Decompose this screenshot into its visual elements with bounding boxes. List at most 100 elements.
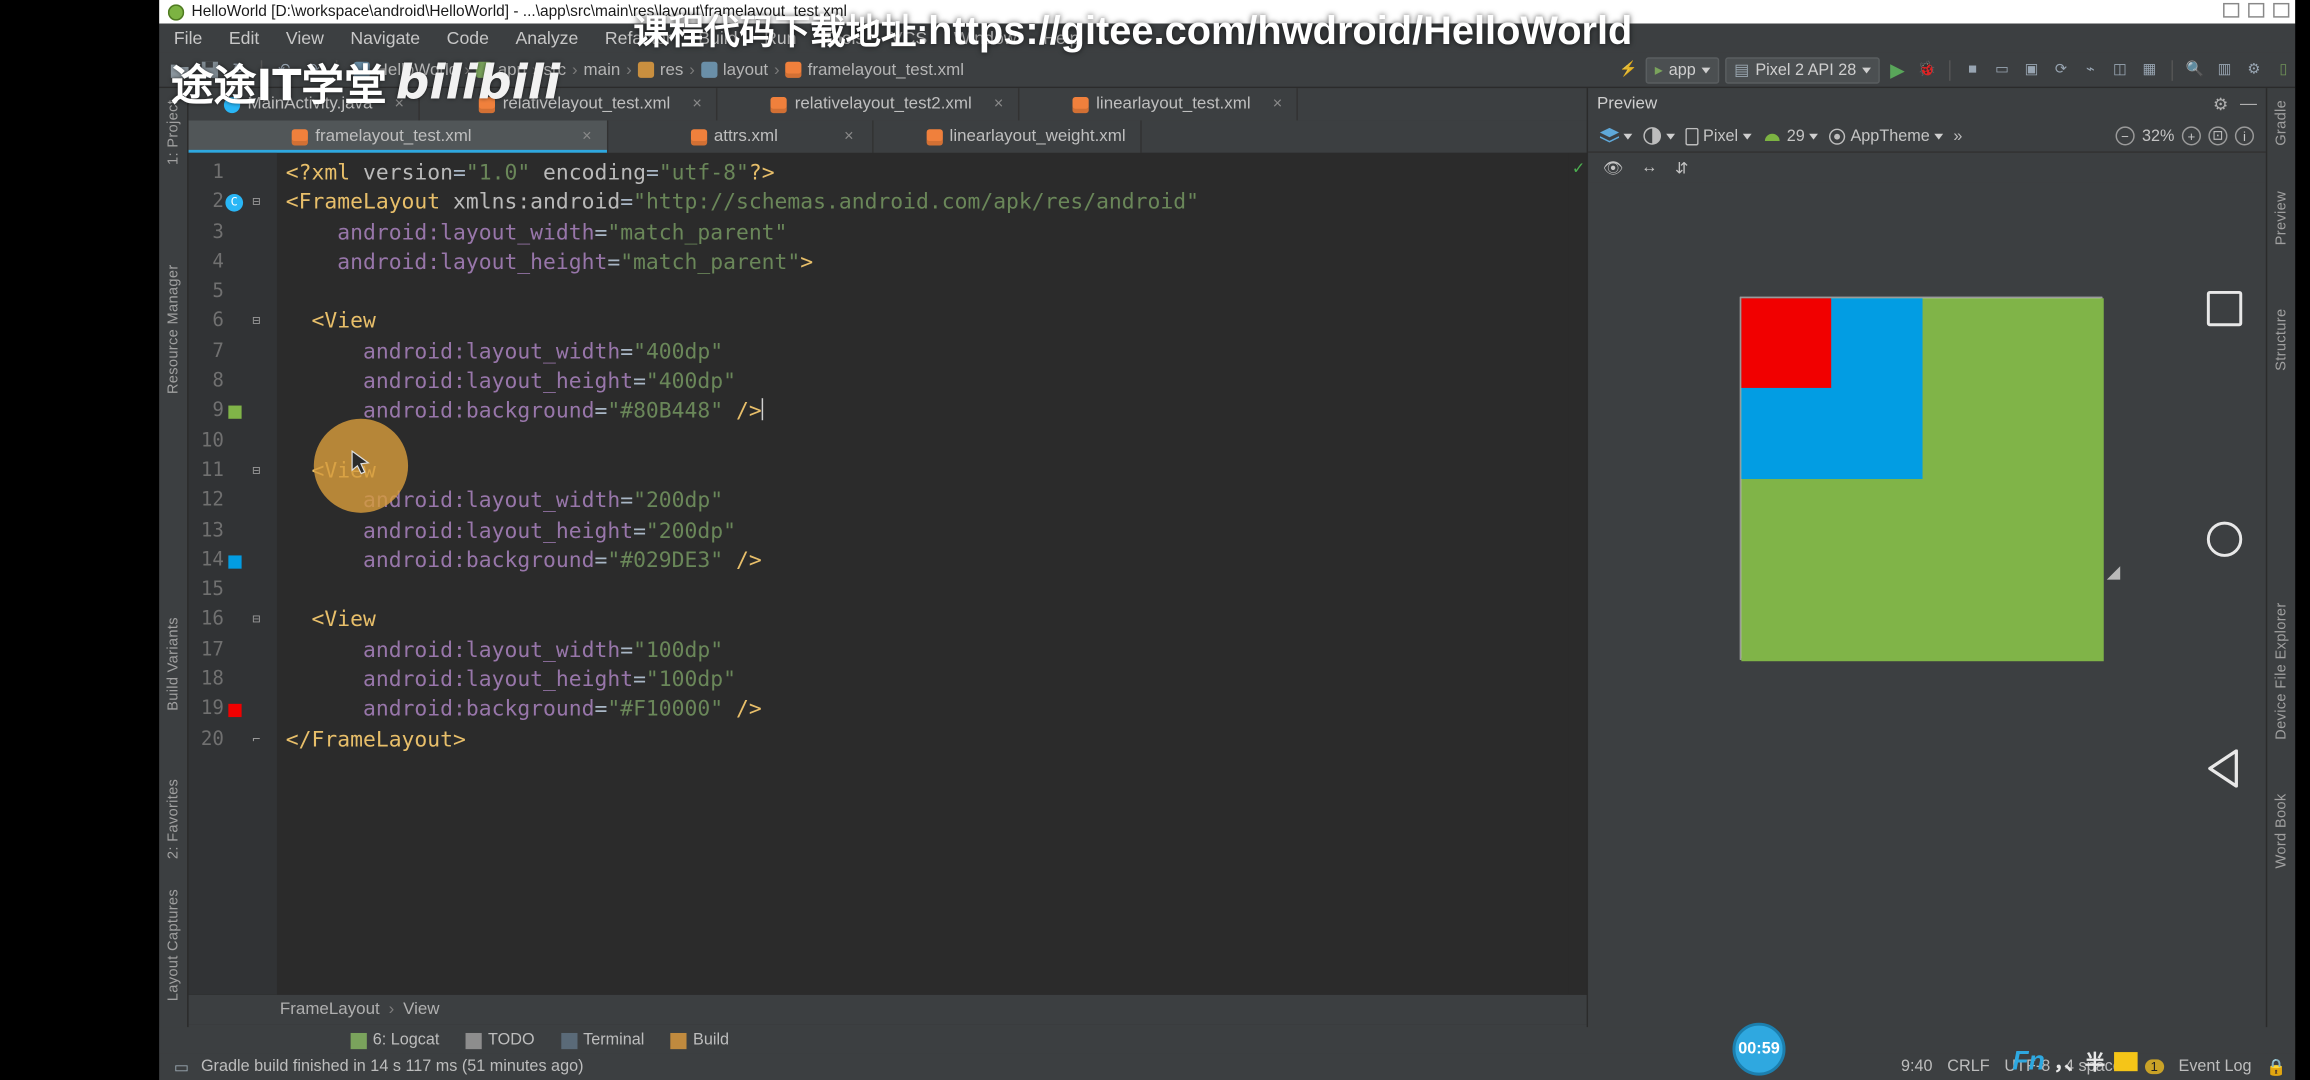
tool-button-layout-captures[interactable]: Layout Captures [165,889,181,1001]
left-tool-strip[interactable]: 1: Project Resource Manager Build Varian… [159,88,188,1053]
gutter-line[interactable]: 16⊟ [189,606,277,636]
gutter-line[interactable]: 2C⊟ [189,189,277,219]
tab-attrs-xml[interactable]: attrs.xml × [608,120,873,152]
breadcrumb-app[interactable]: app [498,61,526,79]
tab-relativelayout-test2-xml[interactable]: relativelayout_test2.xml × [718,88,1019,120]
code-line[interactable] [277,427,1569,457]
fold-handle-icon[interactable]: ⊟ [245,308,269,338]
menu-vcs[interactable]: VCS [891,28,927,49]
tab-close-icon-4[interactable]: × [1273,96,1282,114]
pan-icon[interactable]: ↔ [1641,159,1657,177]
eye-icon[interactable]: 👁 [1603,158,1624,177]
code-line[interactable]: android:background="#80B448" /> [277,397,1569,427]
theme-dropdown[interactable]: AppTheme [1828,127,1943,145]
run-button[interactable]: ▶ [1886,58,1910,82]
sync-gradle-icon[interactable]: ⟳ [2049,58,2073,82]
tab-mainactivity-java[interactable]: MainActivity.java × [189,88,421,120]
menu-edit[interactable]: Edit [229,28,259,49]
gutter-line[interactable]: 3 [189,218,277,248]
sdk-manager-icon[interactable]: ▣ [2020,58,2044,82]
status-caret-position[interactable]: 9:40 [1901,1058,1933,1076]
tool-button-build[interactable]: Build [671,1032,729,1050]
code-line[interactable] [277,576,1569,606]
gutter-line[interactable]: 4 [189,248,277,278]
breadcrumb-layout[interactable]: layout [723,61,768,79]
breadcrumb-src[interactable]: src [543,61,566,79]
code-line[interactable]: <View [277,457,1569,487]
gutter-line[interactable]: 8 [189,367,277,397]
code-line[interactable]: <FrameLayout xmlns:android="http://schem… [277,189,1569,219]
code-line[interactable]: android:background="#029DE3" /> [277,546,1569,576]
menu-window[interactable]: Window [954,28,1017,49]
gutter-line[interactable]: 12 [189,487,277,517]
square-icon[interactable] [2207,291,2242,326]
editor-tab-row-2[interactable]: framelayout_test.xml × attrs.xml × linea… [189,120,1587,152]
status-encoding[interactable]: UTF-8 [2004,1058,2050,1076]
debug-button[interactable]: 🐞 [1915,58,1939,82]
device-dropdown[interactable]: Pixel [1685,127,1751,145]
tool-button-favorites[interactable]: 2: Favorites [165,779,181,859]
attach-debugger-icon[interactable]: ⌁ [2079,58,2103,82]
breadcrumb[interactable]: HelloWorld › app › src › main › res › la… [354,61,964,79]
tab-framelayout-test-xml[interactable]: framelayout_test.xml × [189,120,608,152]
fold-handle-icon[interactable]: ⊟ [245,457,269,487]
gutter-line[interactable]: 7 [189,338,277,368]
tool-button-project[interactable]: 1: Project [165,100,181,165]
code-editor[interactable]: 12C⊟3456⊟7891011⊟1213141516⊟17181920⌐ <?… [189,153,1587,995]
tool-button-build-variants[interactable]: Build Variants [165,617,181,711]
profiler-icon[interactable]: ◫ [2108,58,2132,82]
avd-manager-icon[interactable]: ▭ [1990,58,2014,82]
menu-file[interactable]: File [174,28,202,49]
tab-linearlayout-weight-xml[interactable]: linearlayout_weight.xml [873,120,1142,152]
code-line[interactable]: <View [277,606,1569,636]
android-nav-overlay[interactable] [2151,0,2310,1080]
redo-icon[interactable]: ↷ [302,58,326,82]
code-line[interactable]: <View [277,308,1569,338]
code-line[interactable]: android:layout_width="match_parent" [277,218,1569,248]
code-line[interactable]: <?xml version="1.0" encoding="utf-8"?> [277,159,1569,189]
gutter-line[interactable]: 20⌐ [189,725,277,755]
tab-close-icon-2[interactable]: × [692,96,701,114]
triangle-back-icon[interactable] [2208,749,2237,787]
constraint-icon[interactable]: ⇵ [1675,158,1689,177]
code-line[interactable]: android:layout_height="100dp" [277,666,1569,696]
code-line[interactable] [277,278,1569,308]
code-line[interactable]: android:layout_height="200dp" [277,517,1569,547]
tool-button-resource-manager[interactable]: Resource Manager [165,264,181,394]
menu-navigate[interactable]: Navigate [350,28,420,49]
device-selector[interactable]: ▤ Pixel 2 API 28 [1725,57,1880,83]
tab-close-icon-5[interactable]: × [582,128,591,146]
lightning-icon[interactable]: ⚡ [1616,58,1640,82]
menu-build[interactable]: Build [698,28,737,49]
fold-handle-icon[interactable]: ⊟ [245,606,269,636]
code-text[interactable]: <?xml version="1.0" encoding="utf-8"?><F… [277,153,1569,995]
editor-gutter[interactable]: 12C⊟3456⊟7891011⊟1213141516⊟17181920⌐ [189,153,277,995]
theme-toggle-button[interactable] [1643,126,1675,145]
menubar[interactable]: File Edit View Navigate Code Analyze Ref… [159,24,2295,53]
tab-close-icon-3[interactable]: × [994,96,1003,114]
code-crumb-view[interactable]: View [403,1001,439,1019]
code-line[interactable]: android:layout_width="100dp" [277,636,1569,666]
menu-refactor[interactable]: Refactor [605,28,672,49]
fold-handle-icon[interactable]: ⌐ [245,725,269,755]
api-dropdown[interactable]: 29 [1762,127,1818,145]
gutter-line[interactable]: 9 [189,397,277,427]
gutter-line[interactable]: 17 [189,636,277,666]
code-crumb-framelayout[interactable]: FrameLayout [280,1001,380,1019]
code-line[interactable]: android:layout_width="200dp" [277,487,1569,517]
preview-resize-handle[interactable]: ◢ [2107,561,2121,582]
tool-button-terminal[interactable]: Terminal [561,1032,644,1050]
gutter-line[interactable]: 5 [189,278,277,308]
code-line[interactable]: android:layout_height="match_parent"> [277,248,1569,278]
code-structure-breadcrumb[interactable]: FrameLayout › View [189,995,1587,1024]
breadcrumb-res[interactable]: res [660,61,684,79]
gutter-line[interactable]: 11⊟ [189,457,277,487]
breadcrumb-main[interactable]: main [584,61,621,79]
sync-icon[interactable]: ↻ [227,58,251,82]
menu-run[interactable]: Run [764,28,796,49]
gutter-line[interactable]: 13 [189,517,277,547]
gutter-line[interactable]: 18 [189,666,277,696]
tool-button-todo[interactable]: TODO [466,1032,535,1050]
code-line[interactable]: android:layout_width="400dp" [277,338,1569,368]
menu-code[interactable]: Code [447,28,489,49]
